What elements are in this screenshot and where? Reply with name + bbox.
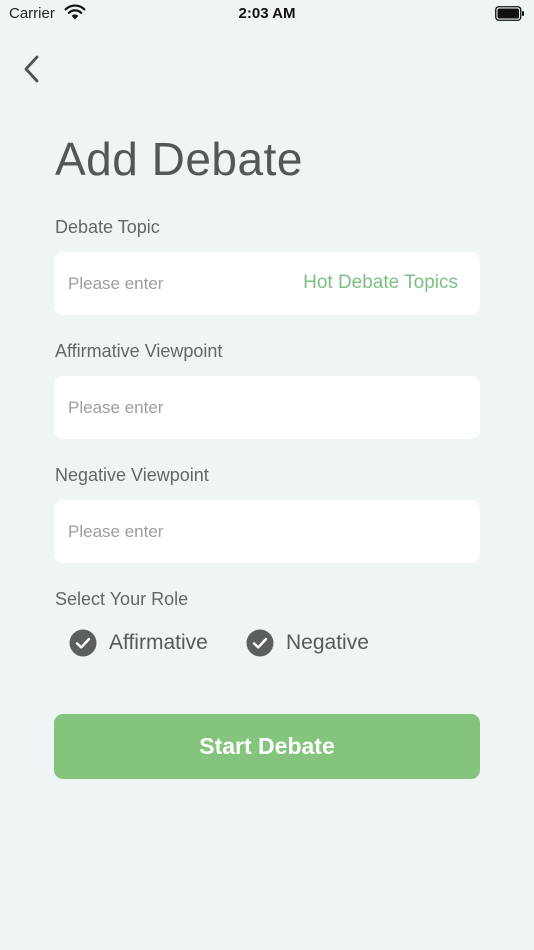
- role-option-label: Negative: [286, 631, 369, 654]
- checkmark-circle-icon: [246, 629, 274, 657]
- debate-topic-label: Debate Topic: [55, 217, 160, 237]
- affirmative-viewpoint-input[interactable]: [68, 376, 464, 439]
- role-option-affirmative[interactable]: Affirmative: [69, 628, 229, 658]
- battery-icon: [495, 6, 524, 21]
- select-role-label: Select Your Role: [55, 589, 189, 609]
- negative-viewpoint-label: Negative Viewpoint: [55, 465, 209, 485]
- page-title: Add Debate: [55, 133, 303, 185]
- status-bar: Carrier 2:03 AM: [0, 0, 534, 28]
- chevron-left-icon: [24, 55, 39, 83]
- start-debate-button[interactable]: Start Debate: [54, 714, 480, 779]
- negative-viewpoint-field: [54, 500, 480, 563]
- affirmative-viewpoint-field: [54, 376, 480, 439]
- negative-viewpoint-input[interactable]: [68, 500, 464, 563]
- debate-topic-field: Hot Debate Topics: [54, 252, 480, 315]
- add-debate-screen: Carrier 2:03 AM Add Debate Debate Topic …: [0, 0, 534, 950]
- hot-debate-topics-link[interactable]: Hot Debate Topics: [303, 272, 458, 294]
- status-time: 2:03 AM: [238, 5, 296, 22]
- checkmark-circle-icon: [69, 629, 97, 657]
- back-button[interactable]: [18, 52, 50, 86]
- role-option-label: Affirmative: [109, 631, 208, 654]
- affirmative-viewpoint-label: Affirmative Viewpoint: [55, 341, 223, 361]
- debate-topic-input[interactable]: [68, 252, 298, 315]
- role-option-negative[interactable]: Negative: [246, 628, 396, 658]
